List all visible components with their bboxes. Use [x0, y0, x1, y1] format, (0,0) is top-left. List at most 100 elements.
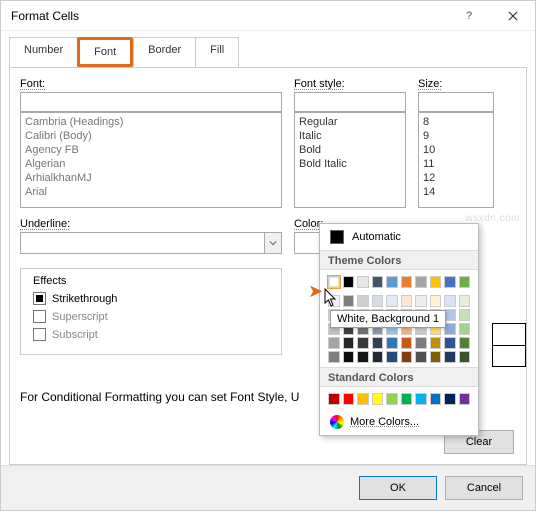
- color-swatch[interactable]: [328, 351, 340, 363]
- color-swatch[interactable]: [386, 351, 398, 363]
- color-swatch[interactable]: [430, 393, 442, 405]
- fontstyle-option[interactable]: Regular: [297, 115, 403, 129]
- underline-dropdown-button[interactable]: [264, 232, 282, 254]
- help-button[interactable]: ?: [447, 1, 491, 31]
- theme-colors-header: Theme Colors: [320, 250, 478, 270]
- font-option[interactable]: Cambria (Headings): [23, 115, 279, 129]
- color-swatch[interactable]: [401, 393, 413, 405]
- size-group: Size: 8 9 10 11 12 14: [418, 78, 494, 208]
- color-swatch[interactable]: [357, 295, 369, 307]
- color-swatch[interactable]: [372, 276, 384, 288]
- color-swatch[interactable]: [444, 295, 456, 307]
- color-swatch[interactable]: [343, 337, 355, 349]
- size-listbox[interactable]: 8 9 10 11 12 14: [418, 112, 494, 208]
- color-swatch[interactable]: [459, 337, 471, 349]
- fontstyle-listbox[interactable]: Regular Italic Bold Bold Italic: [294, 112, 406, 208]
- color-swatch[interactable]: [328, 276, 340, 288]
- color-swatch[interactable]: [415, 295, 427, 307]
- color-swatch[interactable]: [386, 276, 398, 288]
- fontstyle-group: Font style: Regular Italic Bold Bold Ita…: [294, 78, 406, 208]
- color-swatch[interactable]: [357, 351, 369, 363]
- fontstyle-label: Font style:: [294, 78, 406, 90]
- size-option[interactable]: 9: [421, 129, 491, 143]
- subscript-row[interactable]: Subscript: [33, 328, 273, 341]
- superscript-checkbox[interactable]: [33, 310, 46, 323]
- underline-value[interactable]: [20, 232, 264, 254]
- color-swatch[interactable]: [459, 323, 471, 335]
- color-swatch[interactable]: [386, 393, 398, 405]
- color-swatch[interactable]: [343, 276, 355, 288]
- strikethrough-row[interactable]: Strikethrough: [33, 292, 273, 305]
- color-swatch[interactable]: [401, 276, 413, 288]
- font-option[interactable]: Algerian: [23, 157, 279, 171]
- color-swatch[interactable]: [415, 276, 427, 288]
- titlebar: Format Cells ?: [1, 1, 535, 31]
- color-swatch[interactable]: [444, 337, 456, 349]
- color-swatch[interactable]: [430, 295, 442, 307]
- tab-number[interactable]: Number: [9, 37, 78, 67]
- color-swatch[interactable]: [401, 351, 413, 363]
- color-swatch[interactable]: [459, 295, 471, 307]
- more-colors-row[interactable]: More Colors...: [320, 409, 478, 431]
- size-option[interactable]: 8: [421, 115, 491, 129]
- font-option[interactable]: Calibri (Body): [23, 129, 279, 143]
- ok-button[interactable]: OK: [359, 476, 437, 500]
- font-listbox[interactable]: Cambria (Headings) Calibri (Body) Agency…: [20, 112, 282, 208]
- color-swatch[interactable]: [343, 351, 355, 363]
- close-button[interactable]: [491, 1, 535, 31]
- color-swatch[interactable]: [372, 393, 384, 405]
- subscript-checkbox[interactable]: [33, 328, 46, 341]
- fontstyle-option[interactable]: Italic: [297, 129, 403, 143]
- size-option[interactable]: 14: [421, 185, 491, 199]
- strikethrough-checkbox[interactable]: [33, 292, 46, 305]
- color-swatch[interactable]: [328, 337, 340, 349]
- tab-border[interactable]: Border: [133, 37, 196, 67]
- color-swatch[interactable]: [357, 393, 369, 405]
- color-swatch[interactable]: [459, 393, 471, 405]
- color-swatch[interactable]: [430, 276, 442, 288]
- color-automatic-row[interactable]: Automatic: [320, 224, 478, 250]
- color-swatch[interactable]: [415, 337, 427, 349]
- font-label: Font:: [20, 78, 282, 90]
- font-option[interactable]: Arial: [23, 185, 279, 199]
- color-swatch[interactable]: [401, 337, 413, 349]
- color-swatch[interactable]: [415, 351, 427, 363]
- color-swatch[interactable]: [343, 393, 355, 405]
- color-tooltip: White, Background 1: [330, 310, 446, 328]
- font-option[interactable]: ArhialkhanMJ: [23, 171, 279, 185]
- color-swatch[interactable]: [401, 295, 413, 307]
- size-option[interactable]: 11: [421, 157, 491, 171]
- superscript-row[interactable]: Superscript: [33, 310, 273, 323]
- cancel-button[interactable]: Cancel: [445, 476, 523, 500]
- color-swatch[interactable]: [415, 393, 427, 405]
- color-swatch[interactable]: [357, 337, 369, 349]
- size-option[interactable]: 10: [421, 143, 491, 157]
- fontstyle-option[interactable]: Bold Italic: [297, 157, 403, 171]
- tab-font[interactable]: Font: [77, 37, 133, 67]
- color-swatch[interactable]: [459, 276, 471, 288]
- color-swatch[interactable]: [357, 276, 369, 288]
- color-swatch[interactable]: [343, 295, 355, 307]
- color-swatch[interactable]: [444, 393, 456, 405]
- size-option[interactable]: 12: [421, 171, 491, 185]
- color-swatch[interactable]: [372, 351, 384, 363]
- fontstyle-option[interactable]: Bold: [297, 143, 403, 157]
- color-swatch[interactable]: [328, 393, 340, 405]
- size-input[interactable]: [418, 92, 494, 112]
- color-swatch[interactable]: [444, 276, 456, 288]
- font-input[interactable]: [20, 92, 282, 112]
- color-swatch[interactable]: [430, 337, 442, 349]
- color-swatch[interactable]: [444, 351, 456, 363]
- color-swatch[interactable]: [459, 309, 471, 321]
- fontstyle-input[interactable]: [294, 92, 406, 112]
- color-swatch[interactable]: [386, 337, 398, 349]
- standard-colors-grid: [320, 387, 478, 409]
- font-option[interactable]: Agency FB: [23, 143, 279, 157]
- tab-fill[interactable]: Fill: [195, 37, 239, 67]
- underline-combo[interactable]: [20, 232, 282, 254]
- color-swatch[interactable]: [386, 295, 398, 307]
- color-swatch[interactable]: [372, 295, 384, 307]
- color-swatch[interactable]: [459, 351, 471, 363]
- color-swatch[interactable]: [372, 337, 384, 349]
- color-swatch[interactable]: [430, 351, 442, 363]
